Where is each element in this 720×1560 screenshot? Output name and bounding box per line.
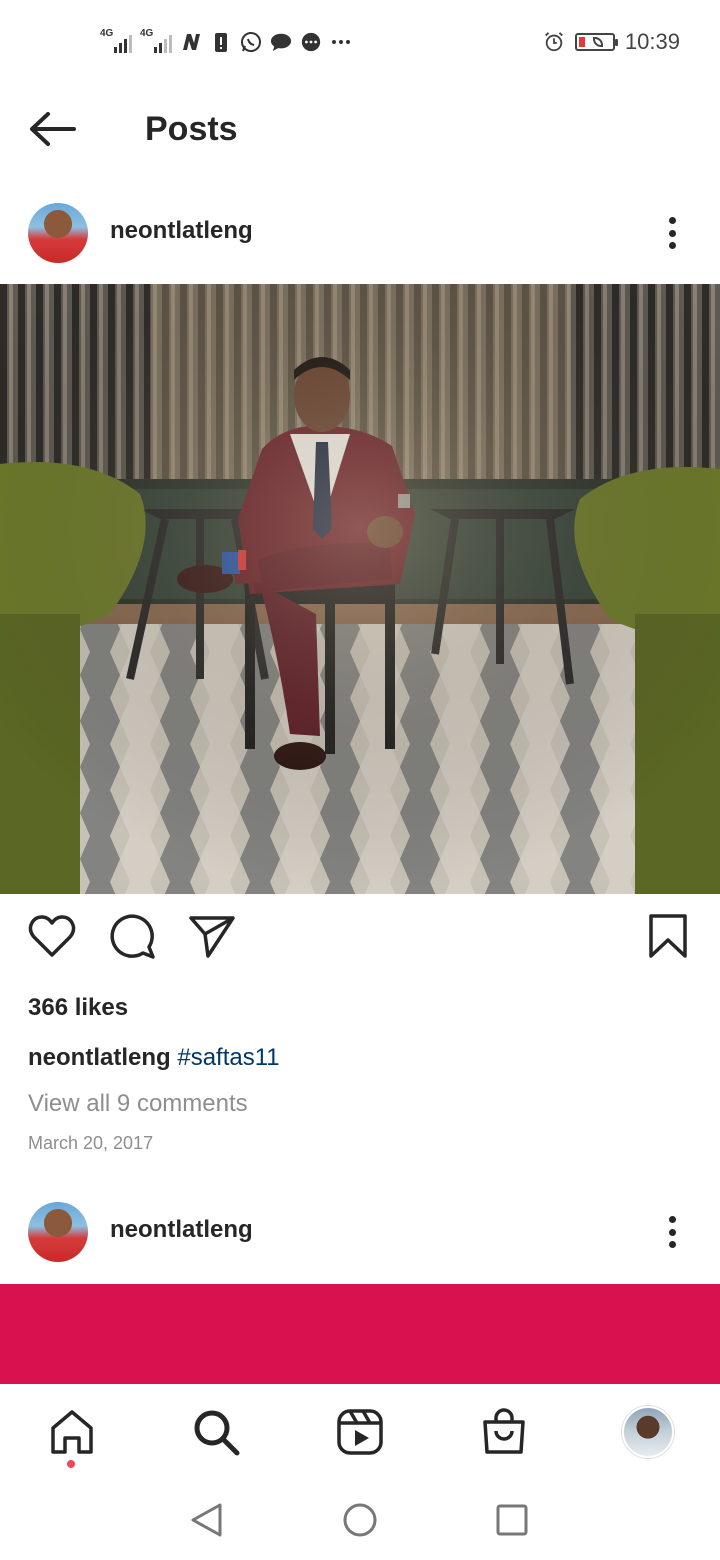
page-title: Posts (145, 110, 238, 148)
nav-profile[interactable] (622, 1406, 674, 1458)
post-header: neontlatleng (0, 203, 720, 283)
nav-shop[interactable] (478, 1406, 530, 1458)
post-photo (0, 284, 720, 894)
circle-home-icon (343, 1503, 377, 1537)
system-back-button[interactable] (186, 1500, 226, 1540)
search-icon (194, 1410, 240, 1456)
home-icon (51, 1410, 93, 1454)
avatar[interactable] (28, 1202, 88, 1262)
system-recents-button[interactable] (492, 1500, 532, 1540)
bookmark-icon (649, 914, 687, 958)
share-button[interactable] (186, 910, 238, 962)
more-options-button[interactable] (660, 1212, 684, 1252)
comment-button[interactable] (106, 910, 158, 962)
message-icon (270, 31, 292, 53)
network-type-label: 4G (140, 28, 154, 39)
network-type-label: 4G (100, 28, 114, 39)
post-header: neontlatleng (0, 1202, 720, 1282)
n-app-icon (180, 31, 202, 53)
post-image[interactable] (0, 284, 720, 894)
view-comments-link[interactable]: View all 9 comments (28, 1090, 248, 1118)
chat-bubble-icon (300, 31, 322, 53)
bottom-navigation (0, 1384, 720, 1480)
likes-count[interactable]: 366 likes (28, 994, 128, 1022)
page-header: Posts (0, 84, 720, 174)
post-date: March 20, 2017 (28, 1133, 154, 1153)
clock-time: 10:39 (624, 29, 680, 54)
more-options-button[interactable] (660, 213, 684, 253)
back-button[interactable] (28, 106, 84, 152)
system-home-button[interactable] (340, 1500, 380, 1540)
nav-home[interactable] (46, 1406, 98, 1458)
alert-icon (210, 31, 232, 53)
bookmark-button[interactable] (642, 910, 694, 962)
heart-icon (28, 915, 76, 957)
status-bar: 4G 4G 10:39 (0, 0, 720, 84)
shop-icon (483, 1408, 525, 1454)
reels-icon (337, 1409, 383, 1455)
caption-username[interactable]: neontlatleng (28, 1044, 171, 1071)
signal-icon: 4G (100, 28, 132, 53)
share-icon (189, 916, 235, 958)
battery-icon (574, 33, 618, 51)
nav-search[interactable] (190, 1406, 242, 1458)
square-recents-icon (496, 1504, 528, 1536)
post-image[interactable] (0, 1284, 720, 1384)
signal-icon: 4G (140, 28, 172, 53)
avatar[interactable] (28, 203, 88, 263)
post-actions (0, 910, 720, 970)
post-username[interactable]: neontlatleng (110, 1216, 253, 1244)
alarm-icon (543, 31, 565, 53)
like-button[interactable] (26, 910, 78, 962)
profile-avatar (622, 1406, 674, 1458)
whatsapp-icon (240, 31, 262, 53)
triangle-back-icon (191, 1503, 222, 1537)
post-username[interactable]: neontlatleng (110, 217, 253, 245)
arrow-left-icon (30, 112, 76, 146)
notification-dot (67, 1460, 75, 1468)
post-caption: neontlatleng #saftas11 (28, 1044, 280, 1072)
hashtag-link[interactable]: #saftas11 (177, 1044, 279, 1071)
status-left: 4G 4G (100, 26, 352, 58)
system-navigation (0, 1480, 720, 1560)
comment-icon (110, 914, 155, 959)
nav-reels[interactable] (334, 1406, 386, 1458)
status-right: 10:39 (543, 26, 680, 58)
more-dots-icon (330, 31, 352, 53)
